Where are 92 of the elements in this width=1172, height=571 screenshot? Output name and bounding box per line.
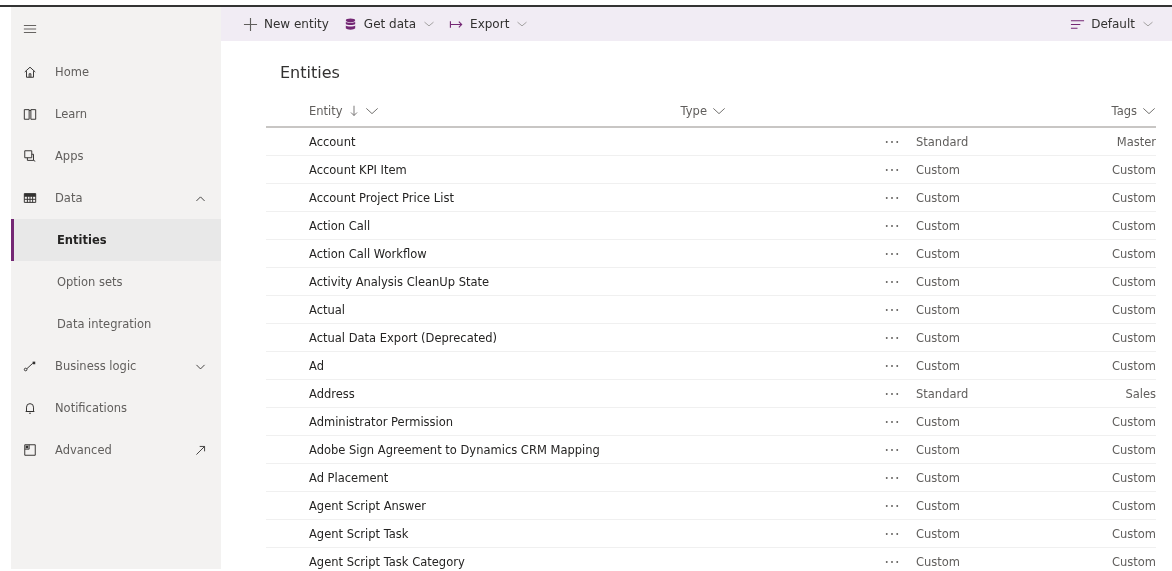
- table-cell-text: Master: [1115, 134, 1156, 149]
- book-icon: [23, 107, 37, 121]
- more-icon: [885, 138, 899, 145]
- more-icon: [885, 278, 899, 285]
- table-cell[interactable]: Agent Script Task: [266, 526, 885, 541]
- table-cell-text: Custom: [916, 274, 962, 289]
- nav-item[interactable]: Home: [11, 51, 221, 93]
- table-cell-text: Custom: [916, 470, 962, 485]
- table-cell[interactable]: Actual: [266, 302, 885, 317]
- table-cell-text: Custom: [916, 414, 962, 429]
- nav-item[interactable]: Advanced: [11, 429, 221, 471]
- table-cell[interactable]: Address: [266, 386, 885, 401]
- table-cell-text: Custom: [1110, 246, 1156, 261]
- more-icon: [885, 558, 899, 565]
- more-icon: [885, 502, 899, 509]
- panel-icon: [23, 443, 37, 457]
- table-cell-text: Standard: [916, 386, 970, 401]
- more-icon: [885, 166, 899, 173]
- table-cell[interactable]: Activity Analysis CleanUp State: [266, 274, 885, 289]
- nav-subitem[interactable]: Entities: [11, 219, 221, 261]
- table-cell[interactable]: Adobe Sign Agreement to Dynamics CRM Mapping: [266, 442, 885, 457]
- nav-subitem[interactable]: Option sets: [11, 261, 221, 303]
- flow-icon: [23, 359, 37, 373]
- table-cell-text: Custom: [916, 498, 962, 513]
- toolbar-button[interactable]: Export: [447, 12, 531, 36]
- column-header[interactable]: Type: [680, 104, 841, 118]
- table-cell[interactable]: Account: [266, 134, 885, 149]
- toolbar-button[interactable]: New entity: [241, 12, 331, 36]
- table-cell-text: Custom: [916, 162, 962, 177]
- table-cell-text: Custom: [1110, 498, 1156, 513]
- more-icon: [885, 474, 899, 481]
- table-cell[interactable]: Administrator Permission: [266, 414, 885, 429]
- table-cell[interactable]: Agent Script Answer: [266, 498, 885, 513]
- table-cell-text: Custom: [1110, 302, 1156, 317]
- table-cell-text: Custom: [1110, 330, 1156, 345]
- more-icon: [885, 446, 899, 453]
- toolbar-button[interactable]: Get data: [340, 12, 438, 36]
- nav-item[interactable]: Business logic: [11, 345, 221, 387]
- table-cell-text: Custom: [916, 218, 962, 233]
- bell-icon: [23, 401, 37, 415]
- table-cell[interactable]: Action Call: [266, 218, 885, 233]
- table-cell-text: Custom: [916, 330, 962, 345]
- table-cell[interactable]: Account KPI Item: [266, 162, 885, 177]
- nav-item[interactable]: Apps: [11, 135, 221, 177]
- table-cell-text: Custom: [916, 358, 962, 373]
- arrow-icon: [194, 443, 207, 457]
- more-icon: [885, 250, 899, 257]
- home-icon: [23, 65, 37, 79]
- table-cell-text: Custom: [1110, 442, 1156, 457]
- table-cell[interactable]: Actual Data Export (Deprecated): [266, 330, 885, 345]
- more-icon: [885, 222, 899, 229]
- table-cell-text: Custom: [916, 554, 962, 569]
- table-cell-text: Custom: [916, 246, 962, 261]
- table-cell-text: Custom: [1110, 414, 1156, 429]
- table-cell-text: Standard: [916, 134, 970, 149]
- more-icon: [885, 390, 899, 397]
- table-cell-text: Custom: [1110, 274, 1156, 289]
- plus-icon: [243, 16, 258, 32]
- table-cell[interactable]: Agent Script Task Category: [266, 554, 885, 569]
- more-icon: [885, 362, 899, 369]
- more-icon: [885, 418, 899, 425]
- nav-item[interactable]: Notifications: [11, 387, 221, 429]
- page-title: Entities: [280, 63, 340, 82]
- table-cell[interactable]: Action Call Workflow: [266, 246, 885, 261]
- table-cell-text: Custom: [1110, 218, 1156, 233]
- column-header[interactable]: Entity: [309, 104, 379, 118]
- nav-item[interactable]: Learn: [11, 93, 221, 135]
- table-cell[interactable]: Ad: [266, 358, 885, 373]
- view-selector[interactable]: Default: [1068, 12, 1156, 36]
- table-cell-text: Custom: [1110, 162, 1156, 177]
- more-icon: [885, 306, 899, 313]
- table-cell[interactable]: Account Project Price List: [266, 190, 885, 205]
- nav-subitem[interactable]: Data integration: [11, 303, 221, 345]
- table-cell-text: Custom: [916, 526, 962, 541]
- nav-item[interactable]: Data: [11, 177, 221, 219]
- table-cell[interactable]: Ad Placement: [266, 470, 885, 485]
- menu-icon: [23, 22, 37, 36]
- table-cell-text: Custom: [1110, 470, 1156, 485]
- table-icon: [23, 191, 37, 205]
- table-cell-text: Custom: [916, 442, 962, 457]
- column-header[interactable]: Tags: [1111, 104, 1156, 118]
- table-cell-text: Custom: [916, 190, 962, 205]
- table-cell-text: Custom: [1110, 358, 1156, 373]
- table-cell-text: Custom: [1110, 526, 1156, 541]
- more-icon: [885, 334, 899, 341]
- table-cell-text: Custom: [1110, 190, 1156, 205]
- table-cell-text: Custom: [916, 302, 962, 317]
- more-icon: [885, 194, 899, 201]
- more-icon: [885, 530, 899, 537]
- table-cell-text: Custom: [1110, 554, 1156, 569]
- apps-icon: [23, 149, 37, 163]
- table-cell-text: Sales: [1124, 386, 1156, 401]
